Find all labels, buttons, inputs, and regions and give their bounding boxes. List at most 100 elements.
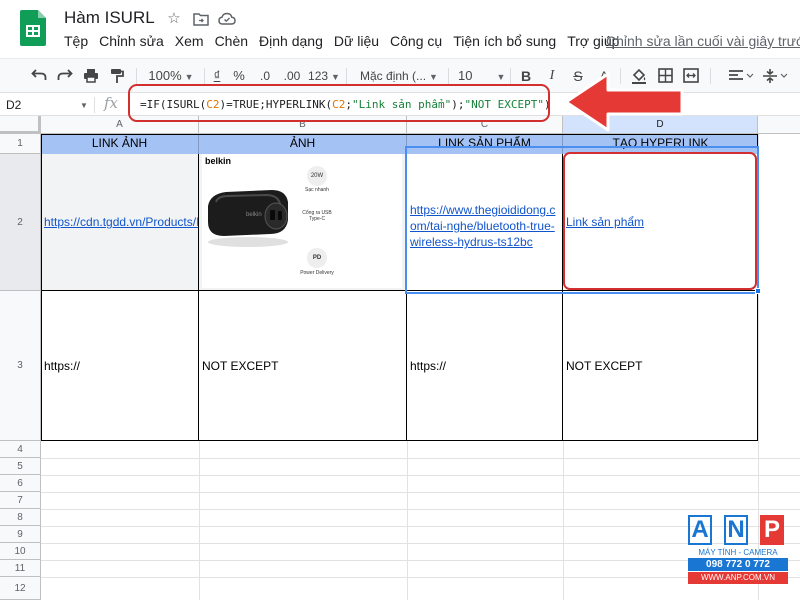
svg-text:belkin: belkin (246, 212, 262, 218)
more-formats-label: 123 (308, 69, 329, 83)
column-header-e[interactable] (758, 116, 800, 134)
fx-icon: fx (104, 94, 119, 112)
image-url-link[interactable]: https://cdn.tgdd.vn/Products/Ima (44, 215, 198, 229)
menu-data[interactable]: Dữ liệu (334, 33, 379, 49)
move-folder-icon[interactable] (192, 10, 210, 28)
name-box[interactable]: D2 (6, 96, 90, 114)
cloud-status-icon[interactable] (218, 10, 236, 28)
cell-d2[interactable]: Link sản phẩm (563, 154, 758, 291)
menu-addons[interactable]: Tiện ích bổ sung (453, 33, 556, 49)
row-header-2[interactable]: 2 (0, 154, 41, 291)
row-header-4[interactable]: 4 (0, 441, 41, 458)
vertical-align-icon[interactable] (762, 65, 792, 87)
undo-icon[interactable] (28, 65, 50, 87)
spec-power-delivery: Power Delivery (300, 270, 334, 276)
toolbar-separator (448, 68, 449, 84)
cell-a3[interactable]: https:// (41, 291, 199, 441)
gridline (41, 492, 800, 493)
watermark-phone: 098 772 0 772 (688, 558, 788, 571)
header-cell-link-image[interactable]: LINK ẢNH (41, 134, 199, 154)
row-header-6[interactable]: 6 (0, 475, 41, 492)
product-image: belkin belkin 20W Sạc nhanh Cổng ra USB … (202, 154, 402, 288)
spreadsheet-app: Hàm ISURL ☆ Tệp Chỉnh sửa Xem Chèn Định … (0, 0, 800, 600)
sheet-grid: A B C D 1 2 3 4 5 6 7 8 9 10 11 12 LINK … (0, 116, 800, 600)
fill-handle[interactable] (755, 288, 761, 294)
formula-separator (94, 97, 95, 113)
row-header-9[interactable]: 9 (0, 526, 41, 543)
gridline (41, 560, 800, 561)
product-url-link[interactable]: https://www.thegioididong.c om/tai-nghe/… (410, 202, 555, 250)
document-title[interactable]: Hàm ISURL (64, 8, 155, 28)
cell-c2[interactable]: https://www.thegioididong.c om/tai-nghe/… (407, 154, 563, 291)
font-size-value: 10 (458, 68, 473, 83)
row-header-12[interactable]: 12 (0, 577, 41, 600)
spec-badge-20w: 20W (307, 166, 327, 186)
redo-icon[interactable] (54, 65, 76, 87)
row-header-11[interactable]: 11 (0, 560, 41, 577)
formula-highlight-box (128, 84, 550, 122)
spec-usb-type-c: Cổng ra USB Type-C (302, 210, 332, 222)
row-header-8[interactable]: 8 (0, 509, 41, 526)
row-header-5[interactable]: 5 (0, 458, 41, 475)
toolbar-separator (710, 68, 711, 84)
spec-badge-pd: PD (307, 248, 327, 268)
toolbar-separator (136, 68, 137, 84)
watermark-letter: P (760, 515, 784, 545)
row-header-10[interactable]: 10 (0, 543, 41, 560)
cell-a2[interactable]: https://cdn.tgdd.vn/Products/Ima (41, 154, 199, 291)
row-header-3[interactable]: 3 (0, 291, 41, 441)
hyperlink-result[interactable]: Link sản phẩm (566, 215, 644, 229)
menu-insert[interactable]: Chèn (215, 33, 248, 49)
gridline (41, 526, 800, 527)
toolbar-separator (346, 68, 347, 84)
watermark-tagline: MÁY TÍNH - CAMERA (698, 548, 778, 557)
star-icon[interactable]: ☆ (165, 10, 183, 28)
cell-d3-value: NOT EXCEPT (566, 359, 643, 373)
italic-button[interactable]: I (542, 65, 562, 87)
product-url-line: om/tai-nghe/bluetooth-true- (410, 219, 555, 233)
last-edit-link[interactable]: Chỉnh sửa lần cuối vài giây trước (606, 33, 800, 49)
chevron-down-icon: ▼ (429, 72, 438, 82)
anp-watermark-logo: A N P MÁY TÍNH - CAMERA 098 772 0 772 WW… (688, 515, 788, 585)
spec-fast-charge: Sạc nhanh (305, 187, 329, 193)
row-header-1[interactable]: 1 (0, 134, 41, 154)
gridline (41, 509, 800, 510)
cell-c3-value: https:// (410, 359, 447, 373)
header-cell-link-product[interactable]: LINK SẢN PHẨM (407, 134, 563, 154)
print-icon[interactable] (80, 65, 102, 87)
cell-b3-value: NOT EXCEPT (202, 359, 279, 373)
row-header-7[interactable]: 7 (0, 492, 41, 509)
chevron-down-icon[interactable]: ▼ (80, 101, 88, 110)
font-family-value: Mặc định (... (360, 69, 427, 83)
cell-c3[interactable]: https:// (407, 291, 563, 441)
toolbar-separator (204, 68, 205, 84)
product-url-line: wireless-hydrus-ts12bc (410, 235, 533, 249)
toolbar-separator (510, 68, 511, 84)
brand-logo: belkin (205, 156, 232, 166)
chevron-down-icon: ▼ (496, 72, 506, 82)
watermark-letter: A (688, 515, 712, 545)
title-bar: Hàm ISURL ☆ Tệp Chỉnh sửa Xem Chèn Định … (0, 0, 800, 58)
gridline (41, 577, 800, 578)
cell-d3[interactable]: NOT EXCEPT (563, 291, 758, 441)
gridline (41, 543, 800, 544)
menu-edit[interactable]: Chỉnh sửa (99, 33, 164, 49)
select-all-corner[interactable] (0, 116, 41, 134)
horizontal-align-icon[interactable] (728, 65, 758, 87)
gridline (41, 475, 800, 476)
car-charger-icon: belkin (208, 190, 288, 247)
sheets-logo-icon[interactable] (20, 10, 46, 46)
menu-format[interactable]: Định dạng (259, 33, 323, 49)
menu-tools[interactable]: Công cụ (390, 33, 442, 49)
paint-format-icon[interactable] (106, 65, 128, 87)
gridline (41, 458, 800, 459)
cell-a3-value: https:// (44, 359, 81, 373)
header-cell-image[interactable]: ẢNH (199, 134, 407, 154)
chevron-down-icon: ▼ (184, 72, 194, 82)
watermark-letter: N (724, 515, 748, 545)
annotation-arrow-icon (564, 72, 684, 132)
menu-file[interactable]: Tệp (64, 33, 88, 49)
product-url-line: https://www.thegioididong.c (410, 203, 556, 217)
cell-b3[interactable]: NOT EXCEPT (199, 291, 407, 441)
menu-view[interactable]: Xem (175, 33, 204, 49)
